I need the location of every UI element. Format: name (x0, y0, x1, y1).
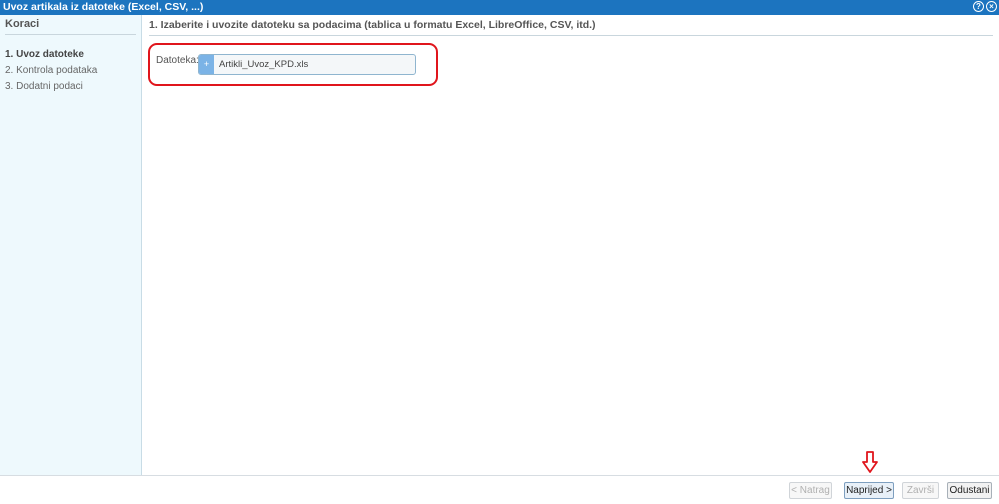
next-button[interactable]: Naprijed > (844, 482, 894, 499)
sidebar-title: Koraci (5, 18, 136, 35)
file-name: Artikli_Uvoz_KPD.xls (219, 59, 309, 70)
cancel-button[interactable]: Odustani (947, 482, 992, 499)
add-file-icon[interactable]: + (199, 55, 214, 74)
file-input[interactable]: + Artikli_Uvoz_KPD.xls (198, 54, 416, 75)
window-title: Uvoz artikala iz datoteke (Excel, CSV, .… (3, 1, 204, 13)
file-field-label: Datoteka: (156, 55, 199, 66)
step-title: 1. Izaberite i uvozite datoteku sa podac… (149, 19, 993, 36)
steps-sidebar: Koraci 1. Uvoz datoteke 2. Kontrola poda… (0, 15, 142, 475)
back-button[interactable]: < Natrag (789, 482, 832, 499)
step-item-check: 2. Kontrola podataka (5, 65, 98, 76)
title-icons: ? × (973, 1, 997, 14)
help-icon[interactable]: ? (973, 1, 984, 12)
main-panel: 1. Izaberite i uvozite datoteku sa podac… (143, 15, 999, 475)
dialog-footer: < Natrag Naprijed > Završi Odustani (0, 475, 999, 504)
close-icon[interactable]: × (986, 1, 997, 12)
window-titlebar: Uvoz artikala iz datoteke (Excel, CSV, .… (0, 0, 999, 15)
steps-list: 1. Uvoz datoteke 2. Kontrola podataka 3.… (0, 47, 141, 95)
step-item-upload: 1. Uvoz datoteke (5, 49, 84, 60)
finish-button[interactable]: Završi (902, 482, 939, 499)
step-item-extra: 3. Dodatni podaci (5, 81, 83, 92)
arrow-down-icon (862, 451, 878, 473)
